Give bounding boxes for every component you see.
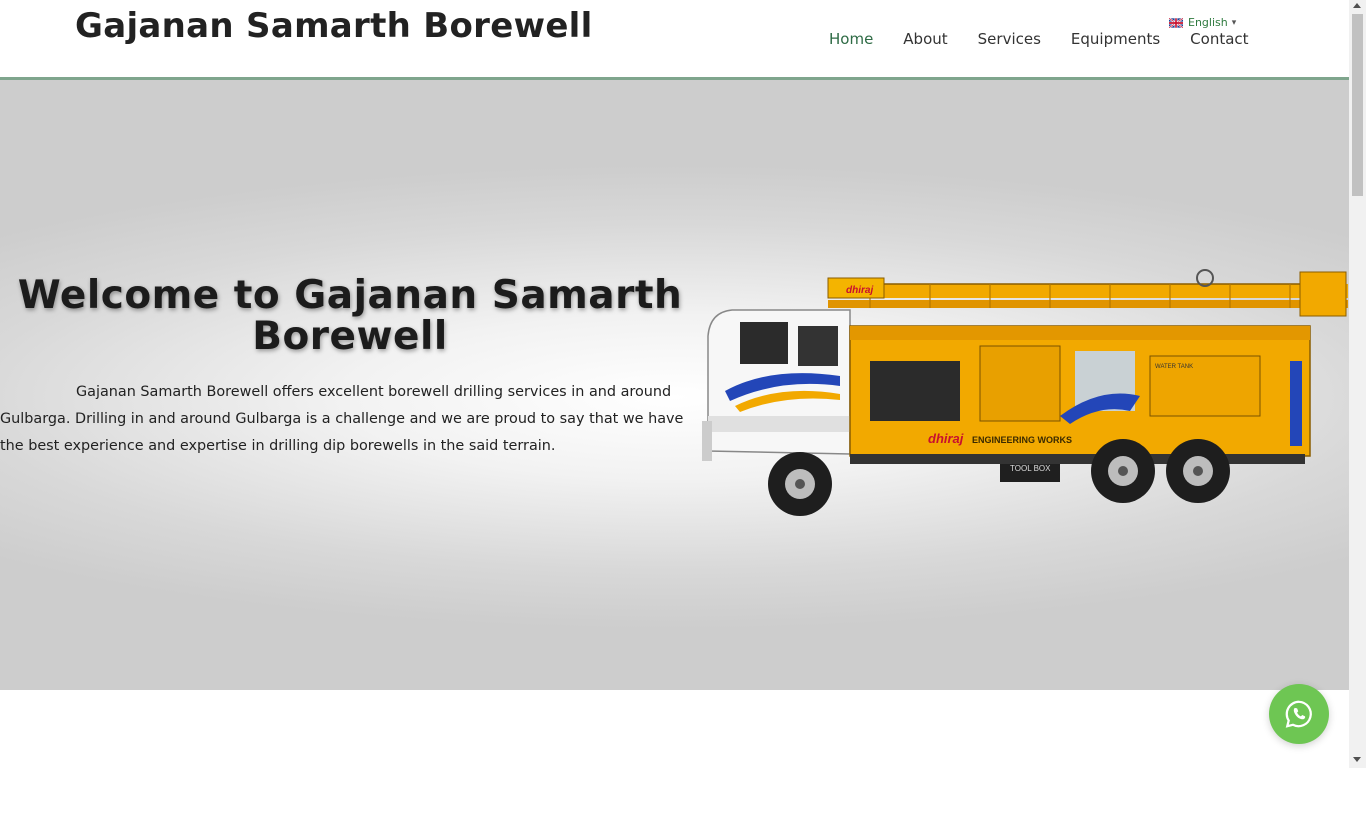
language-selector[interactable]: English ▾ [1169, 16, 1236, 29]
nav-home[interactable]: Home [829, 29, 873, 49]
site-logo[interactable]: Gajanan Samarth Borewell [75, 6, 593, 46]
nav-services[interactable]: Services [978, 29, 1041, 49]
nav-about[interactable]: About [903, 29, 947, 49]
whatsapp-icon [1285, 700, 1312, 728]
uk-flag-icon [1169, 17, 1183, 28]
nav-equipments[interactable]: Equipments [1071, 29, 1160, 49]
page-scrollbar[interactable] [1349, 0, 1366, 768]
chevron-down-icon: ▾ [1231, 17, 1237, 28]
truck-toolbox-label: TOOL BOX [1010, 464, 1051, 473]
hero-description: Gajanan Samarth Borewell offers excellen… [0, 384, 684, 454]
truck-water-tank-label: WATER TANK [1155, 364, 1193, 370]
site-header: Gajanan Samarth Borewell Home About Serv… [0, 0, 1349, 80]
scroll-up-icon[interactable] [1353, 3, 1361, 8]
scrollbar-thumb[interactable] [1352, 14, 1363, 196]
scroll-down-icon[interactable] [1353, 757, 1361, 762]
borewell-truck-image: dhiraj WATER TANK dhiraj ENGINEERING WOR… [702, 269, 1348, 516]
main-nav: Home About Services Equipments Contact [829, 29, 1249, 49]
language-label: English [1188, 16, 1228, 29]
nav-contact[interactable]: Contact [1190, 29, 1248, 49]
truck-brand-top: dhiraj [846, 285, 873, 296]
hero-section: Welcome to Gajanan Samarth Borewell Gaja… [0, 80, 1349, 690]
truck-company-label: ENGINEERING WORKS [972, 435, 1072, 445]
hero-title: Welcome to Gajanan Samarth Borewell [17, 273, 683, 359]
whatsapp-button[interactable] [1269, 684, 1329, 744]
truck-brand-side: dhiraj [928, 431, 964, 446]
